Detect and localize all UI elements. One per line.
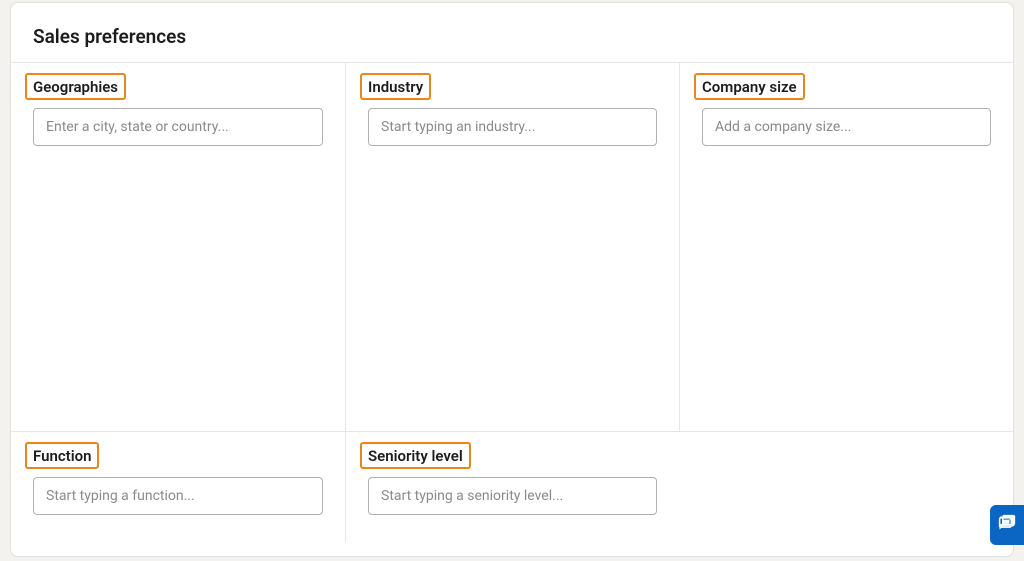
geographies-label-highlight: Geographies: [25, 73, 126, 100]
page-title: Sales preferences: [11, 25, 1013, 62]
sales-preferences-card: Sales preferences Geographies Industry C…: [10, 2, 1014, 557]
function-cell: Function: [11, 432, 345, 542]
empty-cell: [679, 432, 1013, 542]
company-size-label: Company size: [702, 78, 797, 96]
seniority-label-highlight: Seniority level: [360, 442, 471, 469]
seniority-label: Seniority level: [368, 447, 463, 465]
chat-button[interactable]: [990, 505, 1024, 545]
function-input[interactable]: [33, 477, 323, 515]
preferences-grid: Geographies Industry Company size Functi…: [11, 62, 1013, 542]
chat-icon: [997, 513, 1017, 537]
company-size-label-highlight: Company size: [694, 73, 805, 100]
industry-label: Industry: [368, 78, 423, 96]
company-size-input[interactable]: [702, 108, 991, 146]
industry-label-highlight: Industry: [360, 73, 431, 100]
company-size-cell: Company size: [679, 62, 1013, 432]
geographies-label: Geographies: [33, 78, 118, 96]
seniority-input[interactable]: [368, 477, 657, 515]
geographies-input[interactable]: [33, 108, 323, 146]
function-label: Function: [33, 447, 91, 465]
function-label-highlight: Function: [25, 442, 99, 469]
seniority-cell: Seniority level: [345, 432, 679, 542]
geographies-cell: Geographies: [11, 62, 345, 432]
industry-cell: Industry: [345, 62, 679, 432]
industry-input[interactable]: [368, 108, 657, 146]
